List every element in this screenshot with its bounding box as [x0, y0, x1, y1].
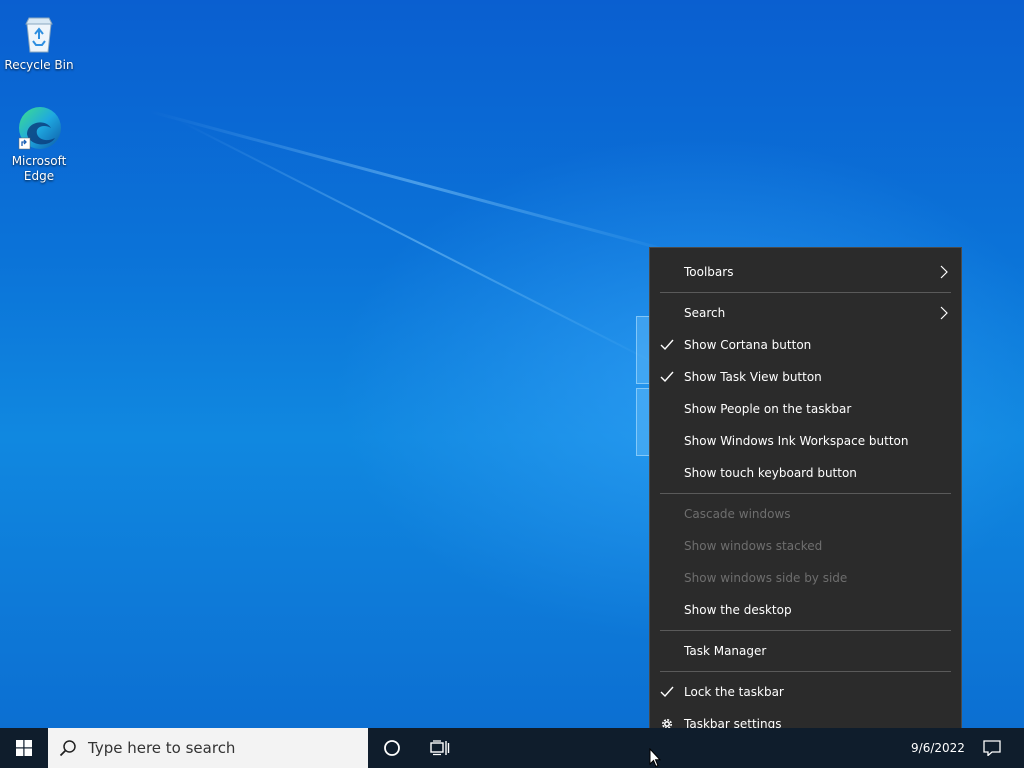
cortana-button[interactable]: [368, 728, 416, 768]
desktop-icon-label: Microsoft Edge: [11, 154, 67, 183]
cortana-circle-icon: [384, 740, 400, 756]
taskbar-context-menu: Toolbars Search Show Cortana button Show…: [649, 247, 962, 748]
menu-item-label: Lock the taskbar: [684, 685, 784, 699]
menu-item-label: Show the desktop: [684, 603, 792, 617]
menu-item-cascade-windows: Cascade windows: [650, 498, 961, 530]
menu-item-lock-taskbar[interactable]: Lock the taskbar: [650, 676, 961, 708]
menu-item-show-cortana-button[interactable]: Show Cortana button: [650, 329, 961, 361]
taskbar: Type here to search 9/6/2022: [0, 728, 1024, 768]
menu-separator: [660, 292, 951, 293]
menu-item-task-manager[interactable]: Task Manager: [650, 635, 961, 667]
search-icon: [48, 739, 88, 757]
menu-item-label: Search: [684, 306, 726, 320]
menu-item-show-people[interactable]: Show People on the taskbar: [650, 393, 961, 425]
clock-date: 9/6/2022: [911, 741, 965, 755]
menu-separator: [660, 671, 951, 672]
chevron-right-icon: [940, 306, 948, 320]
menu-item-label: Show windows side by side: [684, 571, 848, 585]
start-button[interactable]: [0, 728, 48, 768]
menu-item-show-desktop[interactable]: Show the desktop: [650, 594, 961, 626]
menu-item-show-task-view-button[interactable]: Show Task View button: [650, 361, 961, 393]
menu-item-toolbars[interactable]: Toolbars: [650, 256, 961, 288]
checkmark-icon: [659, 369, 675, 385]
menu-item-show-touch-keyboard[interactable]: Show touch keyboard button: [650, 457, 961, 489]
menu-item-label: Cascade windows: [684, 507, 791, 521]
search-placeholder: Type here to search: [88, 739, 236, 757]
recycle-bin-icon: [25, 17, 53, 53]
menu-separator: [660, 630, 951, 631]
menu-separator: [660, 493, 951, 494]
notification-icon: [983, 740, 1001, 756]
mouse-cursor-icon: [649, 748, 661, 768]
menu-item-label: Toolbars: [684, 265, 734, 279]
windows-logo-icon: [16, 740, 32, 756]
menu-item-show-windows-stacked: Show windows stacked: [650, 530, 961, 562]
desktop-icon-microsoft-edge[interactable]: Microsoft Edge: [2, 104, 76, 184]
action-center-button[interactable]: [968, 728, 1016, 768]
chevron-right-icon: [940, 265, 948, 279]
taskbar-search-box[interactable]: Type here to search: [48, 728, 368, 768]
menu-item-label: Show People on the taskbar: [684, 402, 852, 416]
menu-item-label: Task Manager: [684, 644, 767, 658]
menu-item-label: Show Windows Ink Workspace button: [684, 434, 909, 448]
edge-icon: [18, 107, 61, 150]
menu-item-search[interactable]: Search: [650, 297, 961, 329]
wallpaper-light-beam: [179, 120, 662, 368]
task-view-icon: [430, 740, 450, 756]
checkmark-icon: [659, 337, 675, 353]
checkmark-icon: [659, 684, 675, 700]
taskbar-clock[interactable]: 9/6/2022: [900, 728, 976, 768]
menu-item-label: Show Task View button: [684, 370, 822, 384]
menu-item-label: Show touch keyboard button: [684, 466, 857, 480]
task-view-button[interactable]: [416, 728, 464, 768]
menu-item-show-ink-workspace[interactable]: Show Windows Ink Workspace button: [650, 425, 961, 457]
menu-item-label: Show Cortana button: [684, 338, 812, 352]
desktop-icon-label: Recycle Bin: [4, 58, 74, 72]
menu-item-label: Show windows stacked: [684, 539, 823, 553]
menu-item-show-windows-side-by-side: Show windows side by side: [650, 562, 961, 594]
desktop-icon-recycle-bin[interactable]: Recycle Bin: [2, 8, 76, 73]
wallpaper-light-beam: [149, 110, 692, 258]
